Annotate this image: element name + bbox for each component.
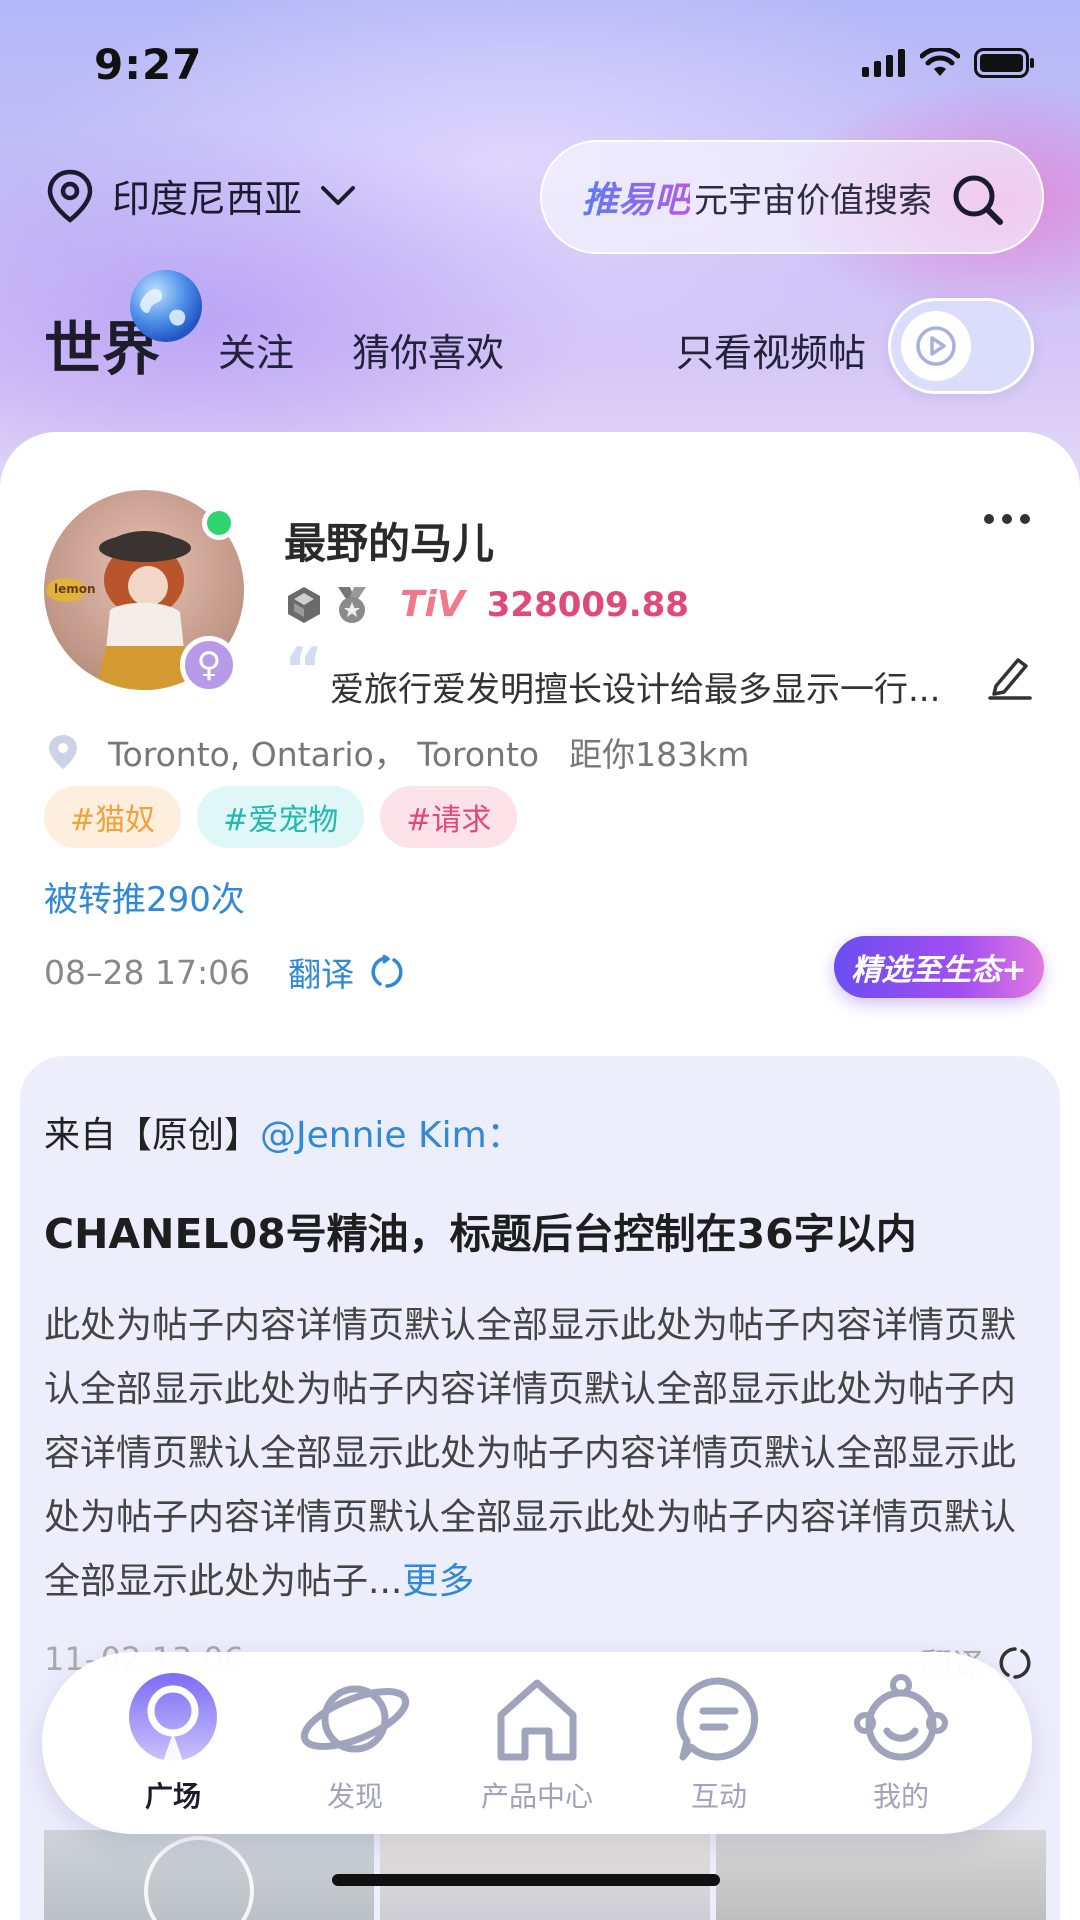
status-time: 9:27 — [94, 40, 203, 89]
post-meta-row: 08–28 17:06 翻译 — [44, 948, 404, 996]
search-icon[interactable] — [950, 172, 1006, 228]
refresh-icon — [371, 955, 403, 988]
search-bar[interactable]: 推易吧 元宇宙价值搜索 — [540, 140, 1044, 254]
globe-icon — [130, 270, 202, 342]
post-time: 08–28 17:06 — [44, 952, 251, 992]
nav-label: 产品中心 — [480, 1780, 593, 1813]
media-thumbnail[interactable] — [44, 1830, 374, 1920]
search-brand: 推易吧 — [582, 171, 690, 223]
forwarded-body-text: 此处为帖子内容详情页默认全部显示此处为帖子内容详情页默认全部显示此处为帖子内容详… — [44, 1305, 1017, 1602]
source-prefix: 来自【原创】 — [44, 1115, 261, 1156]
mention-link[interactable]: @Jennie Kim： — [260, 1115, 523, 1156]
status-icons — [862, 48, 1036, 78]
baby-face-icon — [854, 1674, 948, 1761]
tag-list: #猫奴 #爱宠物 #请求 — [44, 786, 518, 848]
video-only-label: 只看视频帖 — [676, 331, 867, 375]
post-location-row: Toronto, Ontario， Toronto 距你183km — [48, 728, 749, 776]
play-icon[interactable] — [144, 1836, 254, 1920]
tiv-value: 328009.88 — [486, 584, 689, 625]
tag-request[interactable]: #请求 — [380, 786, 518, 848]
post-location: Toronto, Ontario， Toronto — [108, 735, 540, 774]
location-pin-icon — [47, 169, 93, 223]
video-only-toggle[interactable] — [888, 298, 1034, 394]
battery-icon — [974, 48, 1034, 78]
location-label: 印度尼西亚 — [112, 177, 303, 221]
media-thumbnail[interactable] — [716, 1830, 1046, 1920]
featured-to-ecosystem-button[interactable]: 精选至生态+ — [834, 936, 1044, 998]
forwarded-body: 此处为帖子内容详情页默认全部显示此处为帖子内容详情页默认全部显示此处为帖子内容详… — [44, 1294, 1034, 1614]
chat-icon — [676, 1677, 759, 1761]
nav-mine[interactable]: 我的 — [826, 1671, 976, 1815]
nav-plaza[interactable]: 广场 — [98, 1671, 248, 1815]
forwarded-title: CHANEL08号精油，标题后台控制在36字以内 — [44, 1210, 917, 1258]
wifi-icon — [920, 48, 960, 76]
translate-button[interactable]: 翻译 — [288, 948, 404, 996]
edit-pencil-icon[interactable] — [988, 652, 1032, 700]
avatar-text: lemon — [54, 582, 96, 596]
plaza-icon — [129, 1673, 217, 1767]
chevron-down-icon — [321, 185, 356, 205]
nav-label: 广场 — [144, 1780, 201, 1813]
location-selector[interactable]: 印度尼西亚 — [46, 168, 356, 223]
nav-label: 发现 — [326, 1780, 383, 1813]
search-placeholder: 元宇宙价值搜索 — [694, 180, 933, 221]
tab-follow[interactable]: 关注 — [218, 322, 294, 377]
tab-guess-you-like[interactable]: 猜你喜欢 — [352, 322, 504, 377]
translate-label: 翻译 — [288, 955, 355, 994]
user-bio: 爱旅行爱发明擅长设计给最多显示一行... — [330, 670, 941, 710]
refresh-icon — [999, 1647, 1031, 1679]
toggle-knob — [901, 311, 971, 381]
forwarded-source: 来自【原创】@Jennie Kim： — [44, 1106, 523, 1158]
signal-icon — [862, 49, 905, 77]
planet-icon — [300, 1685, 410, 1753]
home-icon — [497, 1679, 577, 1761]
tiv-label: TiV — [400, 584, 465, 625]
more-options-icon[interactable] — [984, 514, 1030, 524]
more-link[interactable]: 更多 — [402, 1561, 474, 1602]
user-badges: TiV 328009.88 — [284, 584, 689, 625]
medal-icon — [338, 586, 366, 623]
level-badge-icon — [288, 586, 320, 623]
post-distance: 距你183km — [569, 735, 750, 774]
nav-product-center[interactable]: 产品中心 — [462, 1671, 612, 1815]
online-status-dot — [202, 506, 236, 540]
nav-label: 我的 — [872, 1780, 929, 1813]
bottom-nav: 广场 发现 产品中心 互动 我的 — [42, 1652, 1032, 1834]
nav-interaction[interactable]: 互动 — [644, 1671, 794, 1815]
quote-icon: “ — [284, 635, 324, 705]
nav-label: 互动 — [690, 1780, 747, 1813]
location-marker-icon — [49, 735, 77, 769]
play-circle-icon — [916, 326, 956, 366]
tag-cat-lover[interactable]: #猫奴 — [44, 786, 182, 848]
repost-count[interactable]: 被转推290次 — [44, 872, 245, 921]
female-icon: ♀ — [180, 636, 238, 694]
tag-pet-lover[interactable]: #爱宠物 — [197, 786, 365, 848]
username[interactable]: 最野的马儿 — [284, 510, 494, 571]
home-indicator — [332, 1874, 720, 1886]
nav-discover[interactable]: 发现 — [280, 1671, 430, 1815]
